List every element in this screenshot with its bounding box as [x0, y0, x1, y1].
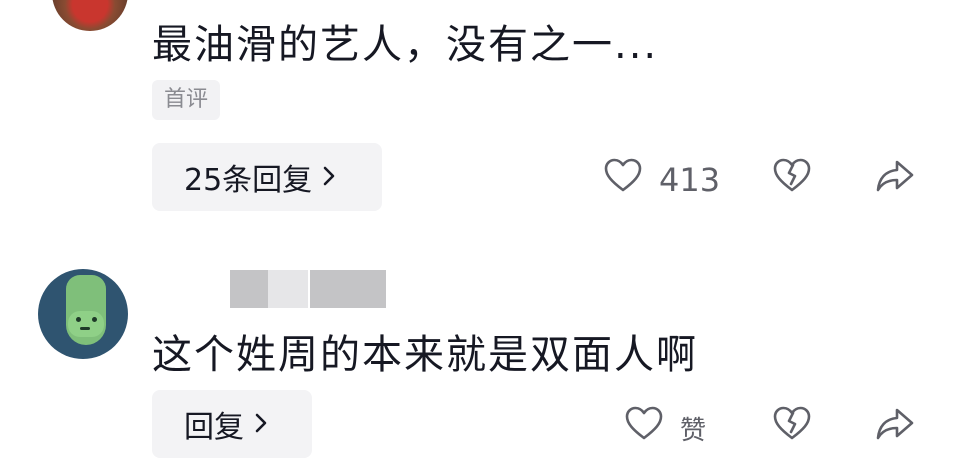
view-replies-button[interactable]: 25条回复 — [152, 143, 382, 211]
share-arrow-icon — [874, 408, 916, 448]
heart-icon — [603, 156, 643, 204]
chevron-right-icon — [322, 160, 336, 195]
reply-button[interactable]: 回复 — [152, 390, 312, 458]
like-button[interactable]: 赞 — [624, 404, 706, 452]
commenter-avatar[interactable] — [38, 269, 128, 359]
share-button[interactable] — [874, 156, 916, 200]
first-comment-badge: 首评 — [152, 80, 221, 120]
share-arrow-icon — [874, 160, 916, 200]
username-redacted[interactable] — [230, 270, 390, 310]
like-count: 413 — [659, 161, 721, 199]
reply-count-label: 25条回复 — [184, 163, 313, 198]
dislike-button[interactable] — [772, 404, 812, 448]
comment-text: 这个姓周的本来就是双面人啊 — [152, 332, 698, 378]
commenter-avatar[interactable] — [52, 0, 128, 31]
share-button[interactable] — [874, 404, 916, 448]
heart-icon — [624, 404, 664, 452]
comment-text: 最油滑的艺人，没有之一... — [152, 22, 659, 68]
like-label: 赞 — [680, 415, 707, 446]
broken-heart-icon — [772, 406, 812, 448]
like-button[interactable]: 413 — [603, 156, 720, 204]
chevron-right-icon — [254, 407, 268, 442]
reply-label: 回复 — [184, 410, 244, 445]
broken-heart-icon — [772, 158, 812, 200]
dislike-button[interactable] — [772, 156, 812, 200]
